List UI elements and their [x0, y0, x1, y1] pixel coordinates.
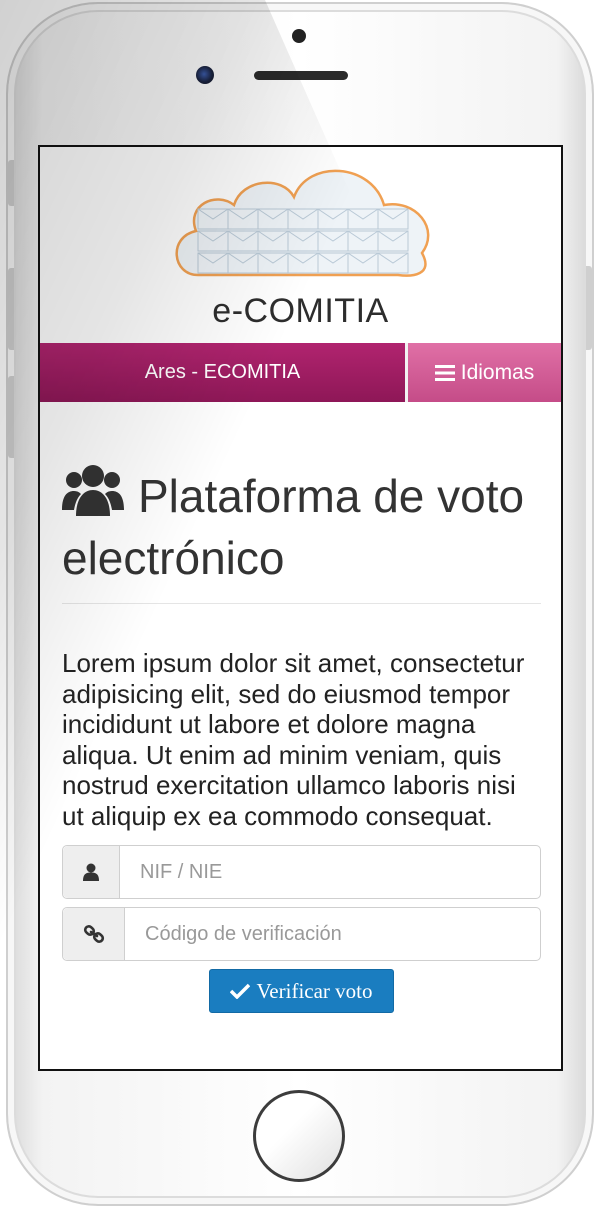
verify-vote-label: Verificar voto: [256, 978, 373, 1003]
cloud-logo-icon: [175, 169, 430, 277]
code-input-group: [62, 907, 541, 961]
menu-icon: [434, 364, 455, 381]
users-icon: [62, 465, 124, 516]
check-icon: [230, 983, 251, 999]
navbar: Ares - ECOMITIA Idiomas: [40, 343, 561, 402]
nif-input[interactable]: [120, 846, 540, 898]
button-row: Verificar voto: [62, 969, 541, 1013]
earpiece-speaker: [254, 71, 348, 80]
navbar-brand-link[interactable]: Ares - ECOMITIA: [40, 343, 408, 402]
side-button-mute: [8, 160, 14, 206]
logo-text: e-COMITIA: [212, 292, 389, 330]
side-button-volume-down: [8, 376, 14, 458]
page-title: Plataforma de voto electrónico: [62, 462, 541, 589]
nif-input-group: [62, 845, 541, 899]
code-addon: [63, 908, 125, 960]
link-icon: [83, 925, 104, 943]
side-button-volume-up: [8, 268, 14, 350]
languages-label: Idiomas: [460, 360, 535, 384]
user-icon: [83, 863, 99, 881]
phone-screen: e-COMITIA Ares - ECOMITIA Idiomas Plataf…: [38, 145, 563, 1071]
side-button-power: [586, 266, 592, 350]
proximity-sensor: [292, 29, 306, 43]
nif-addon: [63, 846, 120, 898]
front-camera: [196, 66, 214, 84]
logo-header: e-COMITIA: [40, 147, 561, 343]
verify-vote-button[interactable]: Verificar voto: [209, 969, 394, 1013]
page-title-text: Plataforma de voto electrónico: [62, 470, 525, 584]
home-button[interactable]: [253, 1090, 345, 1182]
main-content: Plataforma de voto electrónico Lorem ips…: [40, 462, 561, 1013]
divider: [62, 603, 541, 604]
description-text: Lorem ipsum dolor sit amet, consectetur …: [62, 648, 525, 831]
verification-code-input[interactable]: [125, 908, 540, 960]
languages-menu-button[interactable]: Idiomas: [408, 343, 561, 402]
